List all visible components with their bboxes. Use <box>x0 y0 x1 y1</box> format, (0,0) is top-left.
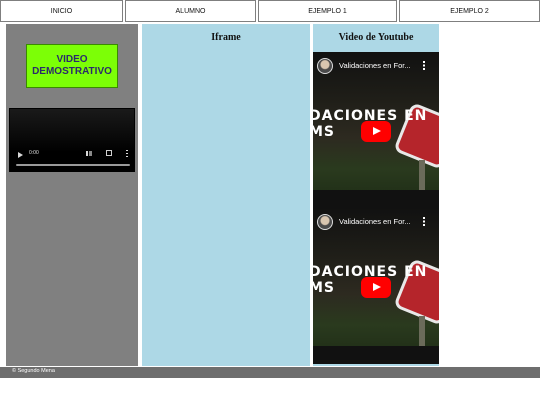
iframe-panel: Iframe <box>142 24 310 366</box>
iframe-title: Iframe <box>211 32 241 43</box>
play-icon[interactable] <box>18 152 23 158</box>
more-options-icon[interactable] <box>126 150 128 157</box>
copyright-text: © Segundo Mena <box>12 368 55 374</box>
youtube-play-icon[interactable] <box>361 277 391 298</box>
youtube-video-title[interactable]: Validaciones en For... <box>339 217 419 226</box>
youtube-panel: Video de Youtube DACIONES EN MS Validaci… <box>313 24 439 366</box>
video-time: 0:00 <box>29 150 39 156</box>
nav-ejemplo-1-button[interactable]: EJEMPLO 1 <box>258 0 397 22</box>
footer: © Segundo Mena <box>0 367 540 378</box>
channel-avatar[interactable] <box>317 214 333 230</box>
thumbnail-bottom-bar <box>313 190 439 208</box>
more-options-icon[interactable] <box>423 217 425 226</box>
video-controls: 0:00 <box>10 147 134 173</box>
youtube-embed[interactable]: DACIONES EN MS Validaciones en For... <box>313 208 439 364</box>
youtube-embed[interactable]: DACIONES EN MS Validaciones en For... <box>313 52 439 208</box>
youtube-video-title[interactable]: Validaciones en For... <box>339 61 419 70</box>
nav-alumno-button[interactable]: ALUMNO <box>125 0 256 22</box>
demo-video-label: VIDEO DEMOSTRATIVO <box>26 44 118 88</box>
nav-ejemplo-2-button[interactable]: EJEMPLO 2 <box>399 0 540 22</box>
more-options-icon[interactable] <box>423 61 425 70</box>
youtube-play-icon[interactable] <box>361 121 391 142</box>
thumbnail-bottom-bar <box>313 346 439 364</box>
volume-icon[interactable] <box>86 151 92 156</box>
nav-inicio-button[interactable]: INICIO <box>0 0 123 22</box>
fullscreen-icon[interactable] <box>106 150 112 156</box>
left-panel: VIDEO DEMOSTRATIVO 0:00 <box>6 24 138 366</box>
video-progress-track[interactable] <box>16 164 130 166</box>
youtube-title: Video de Youtube <box>338 32 414 43</box>
channel-avatar[interactable] <box>317 58 333 74</box>
video-player[interactable]: 0:00 <box>9 108 135 172</box>
top-nav: INICIO ALUMNO EJEMPLO 1 EJEMPLO 2 <box>0 0 540 22</box>
